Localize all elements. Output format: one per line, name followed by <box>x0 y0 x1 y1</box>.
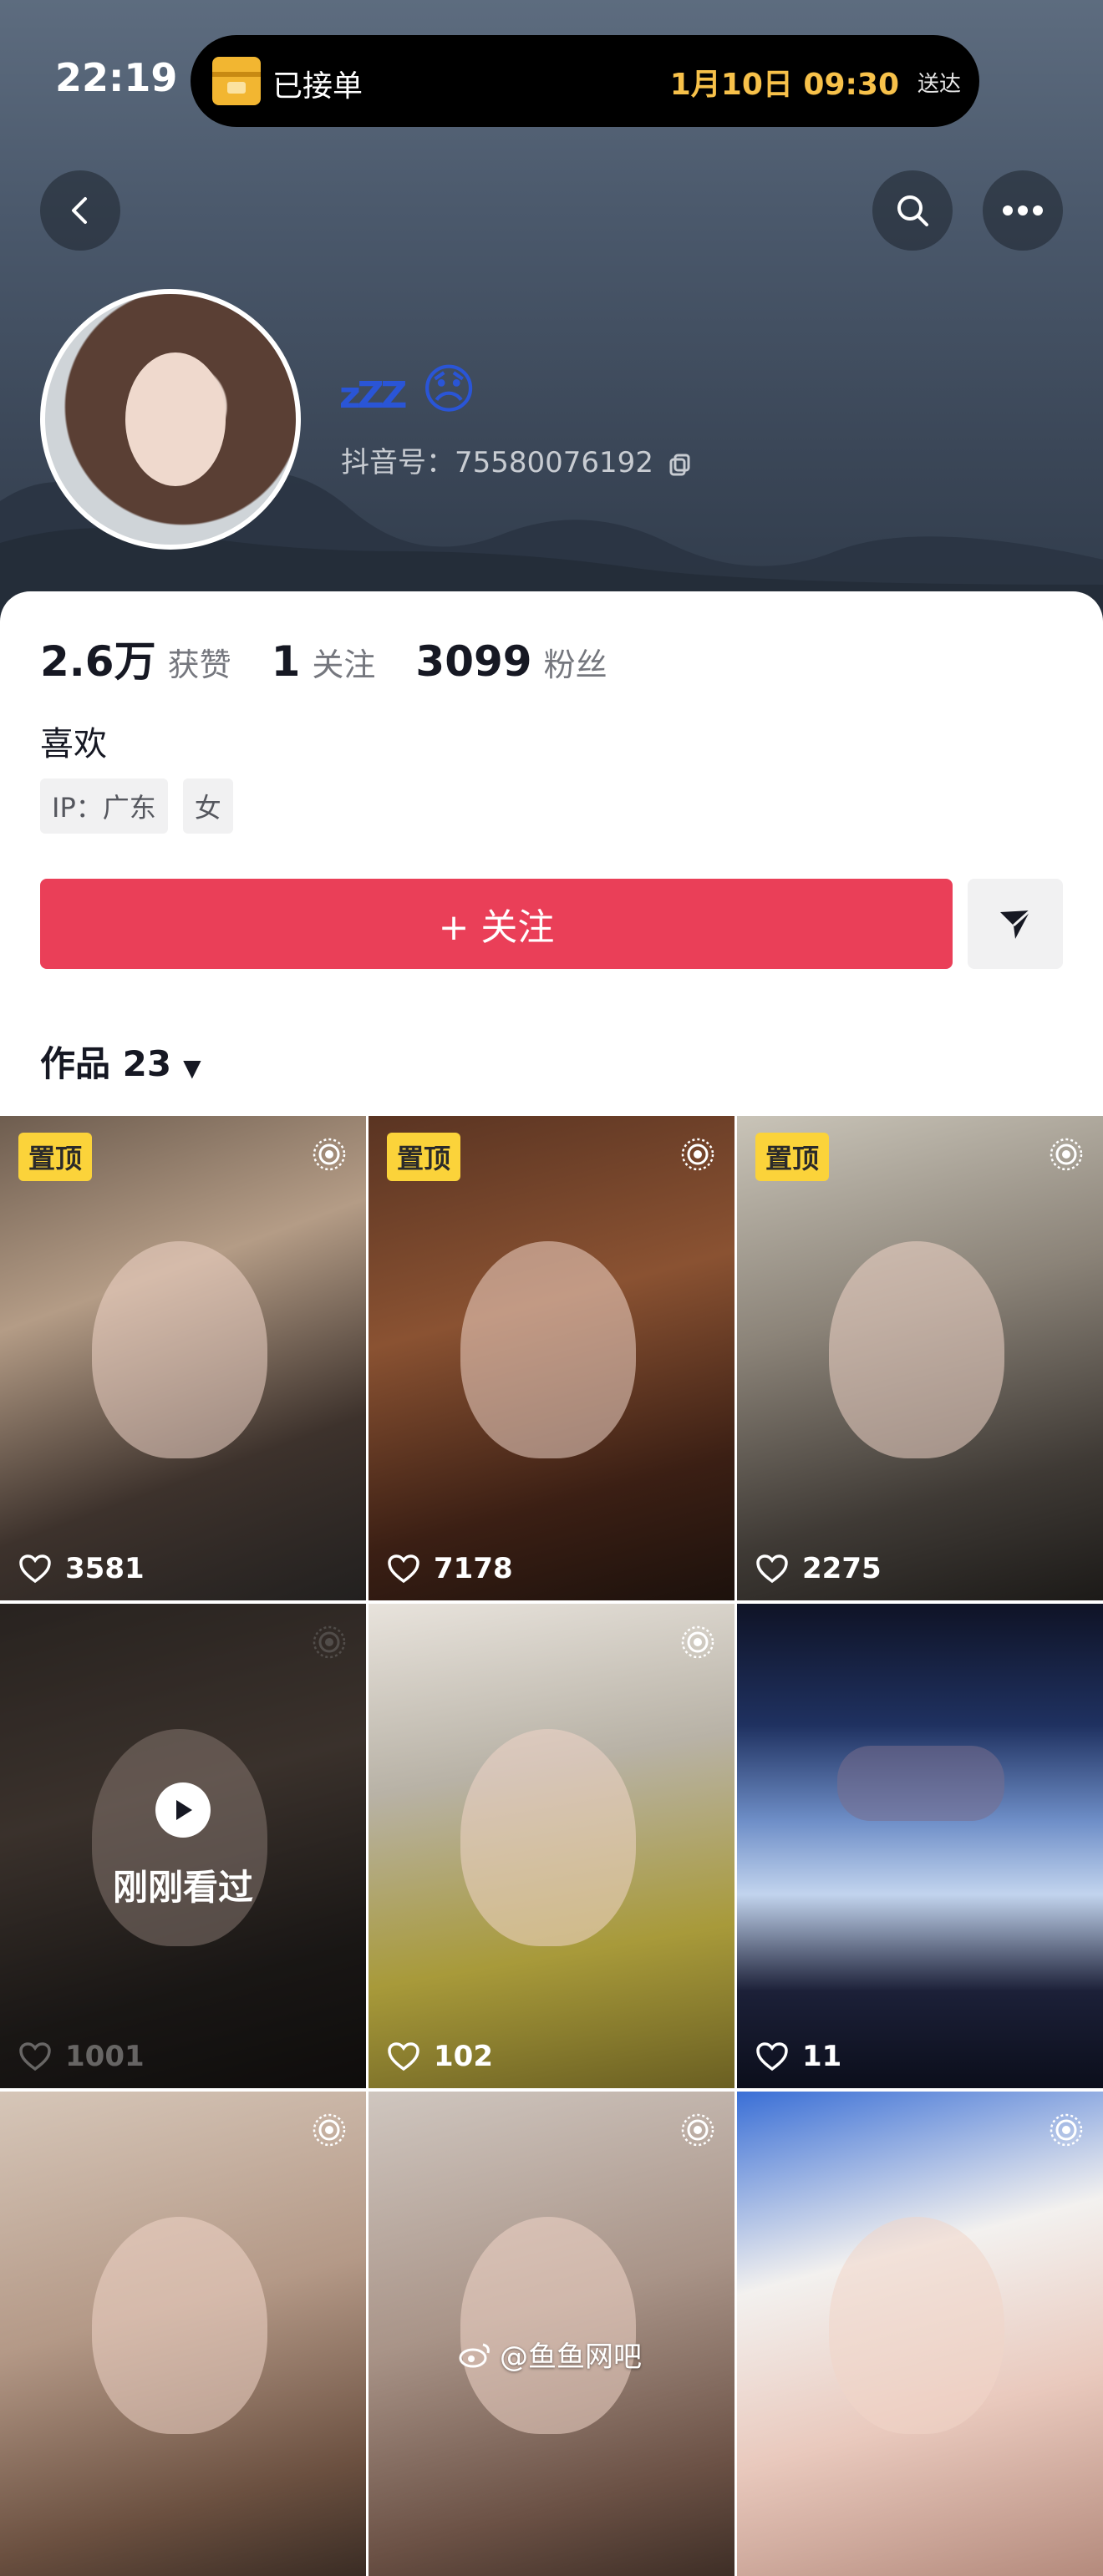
like-count-text: 102 <box>434 2040 493 2073</box>
sad-emoji: 😞 <box>420 359 477 421</box>
heart-icon <box>19 1554 51 1584</box>
profile-tags: IP：广东 女 <box>40 778 233 834</box>
following-count[interactable]: 1 <box>272 637 301 686</box>
video-thumbnail-subject <box>829 1241 1004 1458</box>
watermark: @鱼鱼网吧 <box>458 2334 642 2375</box>
recently-watched-overlay: 刚刚看过 <box>0 1604 366 2088</box>
likes-label: 获赞 <box>167 647 231 683</box>
live-photo-icon <box>681 1625 714 1659</box>
video-tile[interactable]: 置顶 7178 <box>369 1116 734 1600</box>
avatar-face <box>125 352 226 486</box>
video-tile[interactable] <box>0 2092 366 2576</box>
video-tile[interactable]: 102 <box>369 1604 734 2088</box>
send-icon <box>1000 909 1032 939</box>
status-time: 22:19 <box>55 55 178 100</box>
gender-tag: 女 <box>182 778 233 834</box>
video-tile[interactable]: 11 <box>737 1604 1103 2088</box>
delivery-suffix: 送达 <box>917 72 961 97</box>
video-like-count: 3581 <box>18 1552 145 1585</box>
following-label: 关注 <box>312 647 376 683</box>
heart-icon <box>388 2042 419 2071</box>
video-like-count: 7178 <box>387 1552 513 1585</box>
video-like-count: 102 <box>387 2040 493 2073</box>
video-tile[interactable]: 刚刚看过 1001 <box>0 1604 366 2088</box>
caret-down-icon: ▼ <box>183 1054 201 1082</box>
like-count-text: 2275 <box>802 1552 882 1585</box>
live-photo-icon <box>681 1138 714 1171</box>
video-tile[interactable]: 置顶 3581 <box>0 1116 366 1600</box>
followers-count[interactable]: 3099 <box>415 637 531 686</box>
delivery-status: 已接单 <box>272 69 363 104</box>
live-photo-icon <box>681 2113 714 2147</box>
package-icon <box>212 57 261 105</box>
ip-location-tag: IP：广东 <box>40 778 168 834</box>
pinned-badge: 置顶 <box>18 1133 93 1181</box>
followers-label: 粉丝 <box>543 647 607 683</box>
heart-icon <box>19 2042 51 2071</box>
like-count-text: 7178 <box>434 1552 513 1585</box>
live-photo-icon <box>1050 2113 1083 2147</box>
video-tile[interactable]: 置顶 2275 <box>737 1116 1103 1600</box>
more-horizontal-icon <box>1003 205 1043 216</box>
live-photo-icon <box>1050 1138 1083 1171</box>
chevron-left-icon <box>72 197 87 224</box>
watermark-text: @鱼鱼网吧 <box>500 2340 642 2374</box>
video-like-count: 11 <box>755 2040 841 2073</box>
heart-icon <box>756 1554 788 1584</box>
video-thumbnail-subject <box>460 1241 636 1458</box>
copy-icon[interactable] <box>668 452 693 477</box>
video-thumbnail-subject <box>460 1729 636 1946</box>
heart-icon <box>756 2042 788 2071</box>
like-count-text: 1001 <box>65 2040 145 2073</box>
heart-icon <box>388 1554 419 1584</box>
share-button[interactable] <box>968 879 1063 969</box>
weibo-logo-icon <box>459 2343 490 2367</box>
search-button[interactable] <box>872 170 953 251</box>
live-photo-icon <box>313 1138 346 1171</box>
video-thumbnail-subject <box>837 1746 1004 1821</box>
search-icon <box>897 195 928 226</box>
video-like-count: 2275 <box>755 1552 882 1585</box>
more-button[interactable] <box>983 170 1063 251</box>
video-thumbnail-subject <box>92 2217 267 2434</box>
video-thumbnail-subject <box>92 1241 267 1458</box>
play-icon <box>155 1782 211 1838</box>
douyin-id-text: 抖音号：75580076192 <box>341 446 653 479</box>
video-like-count: 1001 <box>18 2040 145 2073</box>
like-count-text: 3581 <box>65 1552 145 1585</box>
delivery-live-activity[interactable]: 已接单 1月10日 09:30 送达 <box>191 35 979 127</box>
recently-watched-label: 刚刚看过 <box>112 1866 253 1908</box>
pinned-badge: 置顶 <box>755 1133 830 1181</box>
back-button[interactable] <box>40 170 120 251</box>
douyin-id[interactable]: 抖音号：75580076192 <box>341 439 693 480</box>
profile-stats: 2.6万 获赞 1 关注 3099 粉丝 <box>40 628 648 688</box>
sleep-zz-icon: zZZ <box>339 374 407 417</box>
works-label: 作品 23 <box>40 1043 172 1084</box>
nickname: zZZ 😞 <box>339 359 476 421</box>
like-count-text: 11 <box>802 2040 842 2073</box>
follow-button[interactable]: + 关注 <box>40 879 953 969</box>
likes-count[interactable]: 2.6万 <box>40 628 156 688</box>
bio: 喜欢 <box>40 725 107 763</box>
video-thumbnail-subject <box>829 2217 1004 2434</box>
video-thumbnail-subject <box>460 2217 636 2434</box>
video-tile[interactable] <box>737 2092 1103 2576</box>
works-tab[interactable]: 作品 23 ▼ <box>40 1036 201 1087</box>
pinned-badge: 置顶 <box>387 1133 461 1181</box>
delivery-eta: 1月10日 09:30 <box>669 68 899 102</box>
live-photo-icon <box>313 2113 346 2147</box>
avatar[interactable] <box>40 289 301 550</box>
